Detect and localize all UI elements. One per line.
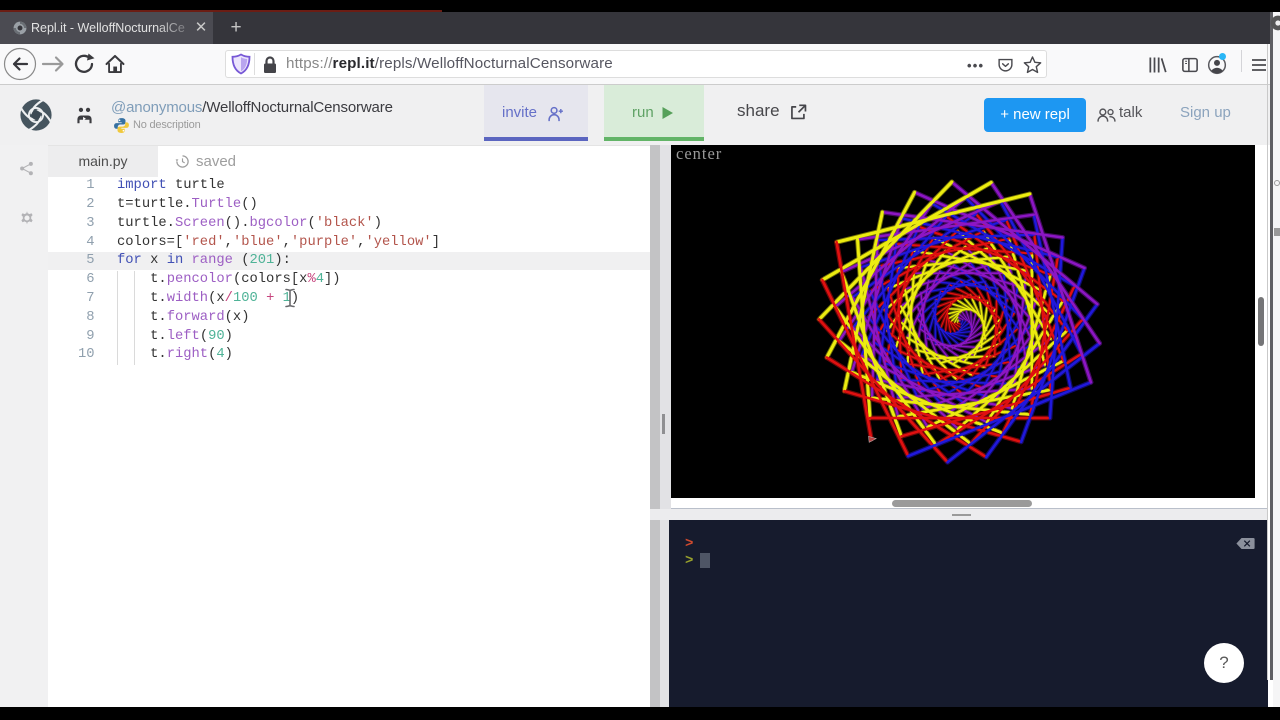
svg-text:center: center — [676, 144, 722, 163]
